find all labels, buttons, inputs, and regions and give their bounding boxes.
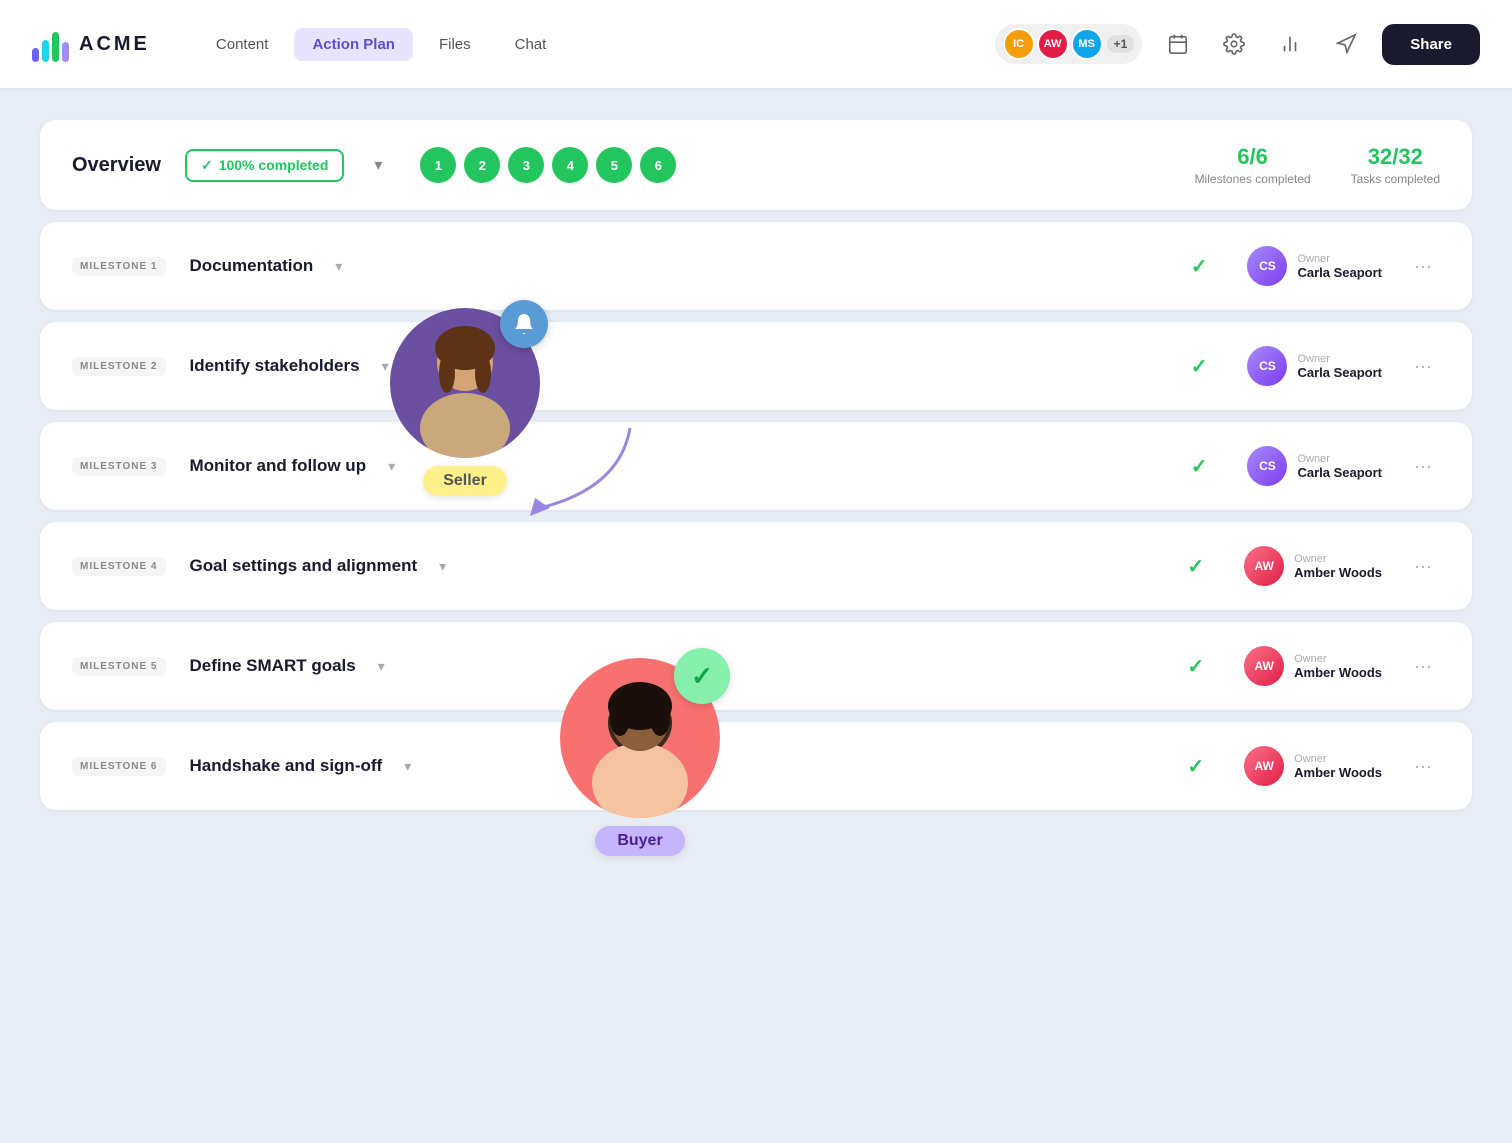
milestone-card-4: MILESTONE 4 Goal settings and alignment … (40, 522, 1472, 610)
overview-title: Overview (72, 154, 161, 177)
milestone-card-5: MILESTONE 5 Define SMART goals ▾ ✓ AW Ow… (40, 622, 1472, 710)
milestone-check-6: ✓ (1187, 754, 1204, 779)
milestone-chevron-6[interactable]: ▾ (404, 758, 411, 775)
owner-text-6: Owner Amber Woods (1294, 753, 1382, 780)
milestone-check-5: ✓ (1187, 654, 1204, 679)
milestone-card-1: MILESTONE 1 Documentation ▾ ✓ CS Owner C… (40, 222, 1472, 310)
overview-stats: 6/6 Milestones completed 32/32 Tasks com… (1195, 144, 1440, 186)
milestone-tag-4: MILESTONE 4 (72, 557, 166, 576)
milestone-title-1: Documentation (190, 256, 314, 276)
owner-info-5: AW Owner Amber Woods (1244, 646, 1382, 686)
milestone-dots: 1 2 3 4 5 6 (420, 147, 676, 183)
tasks-stat: 32/32 Tasks completed (1351, 144, 1440, 186)
logo-text: ACME (79, 33, 150, 56)
milestone-dot-5: 5 (596, 147, 632, 183)
nav-chat[interactable]: Chat (497, 28, 565, 61)
completed-text: 100% completed (219, 157, 329, 173)
nav-files[interactable]: Files (421, 28, 489, 61)
owner-text-5: Owner Amber Woods (1294, 653, 1382, 680)
nav-content[interactable]: Content (198, 28, 287, 61)
milestone-tag-6: MILESTONE 6 (72, 757, 166, 776)
milestone-title-5: Define SMART goals (190, 656, 356, 676)
milestones-stat: 6/6 Milestones completed (1195, 144, 1311, 186)
milestone-card-3: MILESTONE 3 Monitor and follow up ▾ ✓ CS… (40, 422, 1472, 510)
milestone-chevron-1[interactable]: ▾ (335, 258, 342, 275)
avatar-group: IC AW MS +1 (995, 24, 1143, 64)
milestone-dot-1: 1 (420, 147, 456, 183)
megaphone-icon[interactable] (1326, 24, 1366, 64)
milestone-tag-3: MILESTONE 3 (72, 457, 166, 476)
milestone-check-3: ✓ (1191, 454, 1208, 479)
completed-badge: ✓ 100% completed (185, 149, 344, 182)
milestone-tag-1: MILESTONE 1 (72, 257, 166, 276)
milestone-chevron-5[interactable]: ▾ (378, 658, 385, 675)
overview-card: Overview ✓ 100% completed ▾ 1 2 3 4 5 6 … (40, 120, 1472, 210)
avatar-plus: +1 (1107, 35, 1135, 53)
milestone-title-2: Identify stakeholders (190, 356, 360, 376)
milestone-dot-2: 2 (464, 147, 500, 183)
owner-avatar-2: CS (1247, 346, 1287, 386)
owner-avatar-4: AW (1244, 546, 1284, 586)
owner-avatar-5: AW (1244, 646, 1284, 686)
more-btn-1[interactable]: ··· (1406, 252, 1440, 281)
owner-text-3: Owner Carla Seaport (1297, 453, 1382, 480)
logo: ACME (32, 26, 150, 62)
owner-info-3: CS Owner Carla Seaport (1247, 446, 1382, 486)
owner-info-1: CS Owner Carla Seaport (1247, 246, 1382, 286)
nav-action-plan[interactable]: Action Plan (294, 28, 413, 61)
owner-text-2: Owner Carla Seaport (1297, 353, 1382, 380)
milestone-title-6: Handshake and sign-off (190, 756, 383, 776)
owner-text-4: Owner Amber Woods (1294, 553, 1382, 580)
main-content: Overview ✓ 100% completed ▾ 1 2 3 4 5 6 … (0, 88, 1512, 1143)
buyer-label: Buyer (595, 826, 684, 856)
avatar-ic: IC (1003, 28, 1035, 60)
milestone-check-4: ✓ (1187, 554, 1204, 579)
owner-info-6: AW Owner Amber Woods (1244, 746, 1382, 786)
milestone-chevron-2[interactable]: ▾ (382, 358, 389, 375)
owner-info-4: AW Owner Amber Woods (1244, 546, 1382, 586)
milestone-chevron-4[interactable]: ▾ (439, 558, 446, 575)
milestone-tag-2: MILESTONE 2 (72, 357, 166, 376)
milestone-dot-6: 6 (640, 147, 676, 183)
avatar-aw: AW (1037, 28, 1069, 60)
avatar-ms: MS (1071, 28, 1103, 60)
milestone-chevron-3[interactable]: ▾ (388, 458, 395, 475)
milestone-card-6: MILESTONE 6 Handshake and sign-off ▾ ✓ A… (40, 722, 1472, 810)
check-icon: ✓ (201, 157, 213, 174)
milestone-tag-5: MILESTONE 5 (72, 657, 166, 676)
owner-avatar-1: CS (1247, 246, 1287, 286)
calendar-icon[interactable] (1158, 24, 1198, 64)
milestone-title-4: Goal settings and alignment (190, 556, 418, 576)
owner-avatar-6: AW (1244, 746, 1284, 786)
milestone-dot-4: 4 (552, 147, 588, 183)
chart-icon[interactable] (1270, 24, 1310, 64)
more-btn-2[interactable]: ··· (1406, 352, 1440, 381)
more-btn-4[interactable]: ··· (1406, 552, 1440, 581)
tasks-value: 32/32 (1351, 144, 1440, 170)
more-btn-5[interactable]: ··· (1406, 652, 1440, 681)
share-button[interactable]: Share (1382, 24, 1480, 65)
overview-chevron[interactable]: ▾ (360, 147, 396, 183)
more-btn-6[interactable]: ··· (1406, 752, 1440, 781)
owner-info-2: CS Owner Carla Seaport (1247, 346, 1382, 386)
logo-icon (32, 26, 69, 62)
milestones-label: Milestones completed (1195, 172, 1311, 186)
owner-text-1: Owner Carla Seaport (1297, 253, 1382, 280)
tasks-label: Tasks completed (1351, 172, 1440, 186)
more-btn-3[interactable]: ··· (1406, 452, 1440, 481)
milestone-check-1: ✓ (1191, 254, 1208, 279)
milestone-card-2: MILESTONE 2 Identify stakeholders ▾ ✓ CS… (40, 322, 1472, 410)
milestone-check-2: ✓ (1191, 354, 1208, 379)
owner-avatar-3: CS (1247, 446, 1287, 486)
navbar: ACME Content Action Plan Files Chat IC A… (0, 0, 1512, 88)
settings-icon[interactable] (1214, 24, 1254, 64)
milestone-title-3: Monitor and follow up (190, 456, 367, 476)
nav-links: Content Action Plan Files Chat (198, 28, 564, 61)
milestones-value: 6/6 (1195, 144, 1311, 170)
nav-right: IC AW MS +1 (995, 24, 1480, 65)
milestone-dot-3: 3 (508, 147, 544, 183)
